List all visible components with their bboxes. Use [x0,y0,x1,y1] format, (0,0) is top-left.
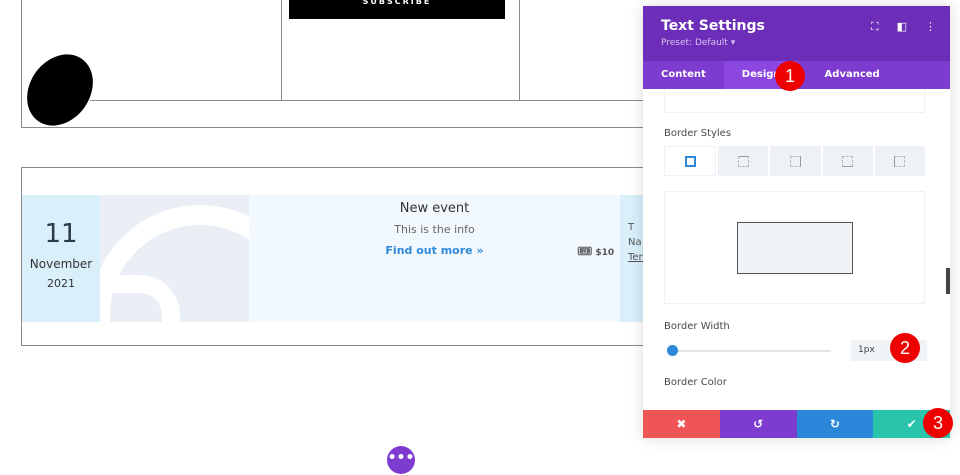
event-month: November [29,257,93,271]
tab-advanced[interactable]: Advanced [799,61,898,89]
scrollbar-thumb[interactable] [946,268,950,294]
price-value: $10 [595,248,615,258]
border-styles-label: Border Styles [664,128,732,139]
cancel-button[interactable]: ✖ [643,410,720,438]
border-width-slider[interactable] [671,350,831,352]
fullscreen-icon[interactable]: ⛶ [871,20,879,34]
more-vertical-icon[interactable]: ⋮ [925,20,936,34]
annotation-badge-1: 1 [775,61,805,91]
event-price: 🎟 $10 [577,244,614,258]
section-border [21,0,22,128]
panel-header[interactable]: Text Settings Preset: Default ▾ ⛶ ◧ ⋮ [643,6,950,61]
subscribe-button[interactable]: SUBSCRIBE [289,0,505,19]
event-info: This is the info [394,223,475,236]
row-border [90,100,646,101]
tab-content[interactable]: Content [643,61,724,89]
border-top-option[interactable] [718,146,769,176]
section-border [21,345,646,346]
event-year: 2021 [47,277,75,290]
event-date: 11 November 2021 [22,195,100,322]
previous-control [664,89,925,113]
undo-button[interactable]: ↺ [719,410,797,438]
column-border [281,0,282,100]
border-all-option[interactable] [664,146,717,176]
border-color-label: Border Color [664,377,727,388]
split-view-icon[interactable]: ◧ [897,20,907,34]
more-options-button[interactable]: ••• [387,446,415,474]
border-styles-selector [664,146,926,176]
column-border [519,0,520,100]
border-preview [664,191,925,304]
preset-dropdown[interactable]: Preset: Default ▾ [661,38,932,48]
event-day: 11 [44,219,78,249]
section-border [21,167,646,168]
border-width-label: Border Width [664,321,730,332]
black-shape [13,41,107,139]
redo-button[interactable]: ↻ [796,410,874,438]
slider-handle[interactable] [667,345,678,356]
border-bottom-option[interactable] [822,146,873,176]
annotation-badge-2: 2 [890,333,920,363]
ticket-icon: 🎟 [577,244,593,258]
annotation-badge-3: 3 [923,408,953,438]
border-right-option[interactable] [770,146,821,176]
border-left-option[interactable] [874,146,926,176]
section-border [21,127,646,128]
event-title: New event [399,201,470,216]
find-out-more-link[interactable]: Find out more » [249,244,620,257]
event-image [100,195,249,322]
panel-footer: ✖ ↺ ↻ ✔ [643,410,950,438]
